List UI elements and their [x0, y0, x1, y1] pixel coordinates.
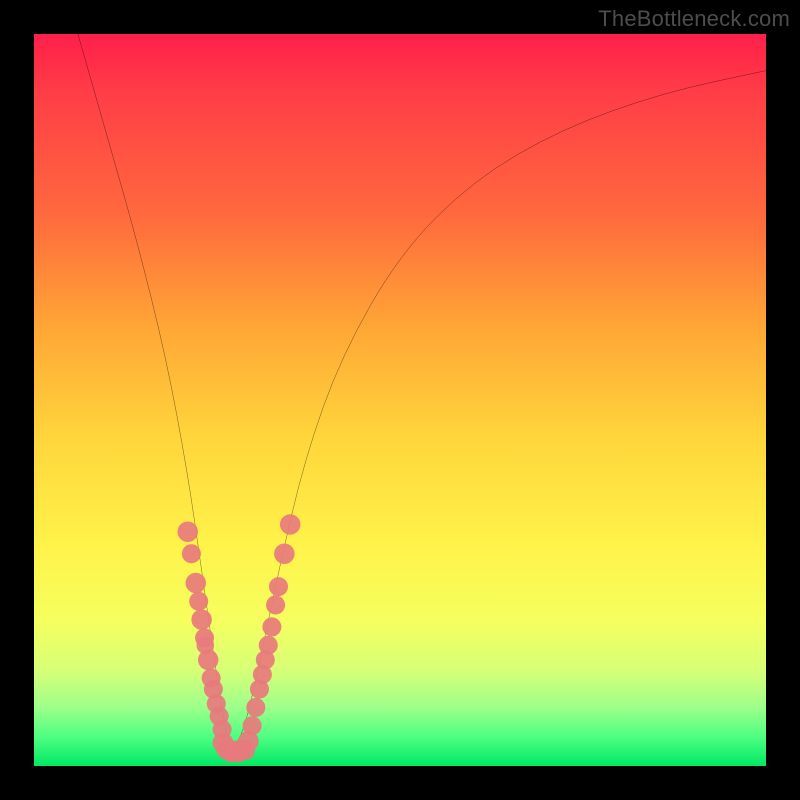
scatter-point	[274, 543, 294, 563]
scatter-point	[259, 636, 278, 655]
scatter-point	[198, 650, 218, 670]
scatter-point	[243, 716, 262, 735]
scatter-point	[266, 595, 285, 614]
scatter-point	[189, 592, 208, 611]
scatter-point	[262, 617, 281, 636]
scatter-point	[269, 577, 288, 596]
chart-overlay	[34, 34, 766, 766]
bottleneck-curve	[78, 34, 766, 746]
scatter-point	[246, 698, 265, 717]
scatter-group	[177, 514, 300, 762]
chart-frame: TheBottleneck.com	[0, 0, 800, 800]
scatter-point	[177, 522, 197, 542]
scatter-point	[182, 544, 201, 563]
watermark-text: TheBottleneck.com	[598, 6, 790, 32]
scatter-point	[186, 573, 206, 593]
scatter-point	[280, 514, 300, 534]
scatter-point	[191, 609, 211, 629]
